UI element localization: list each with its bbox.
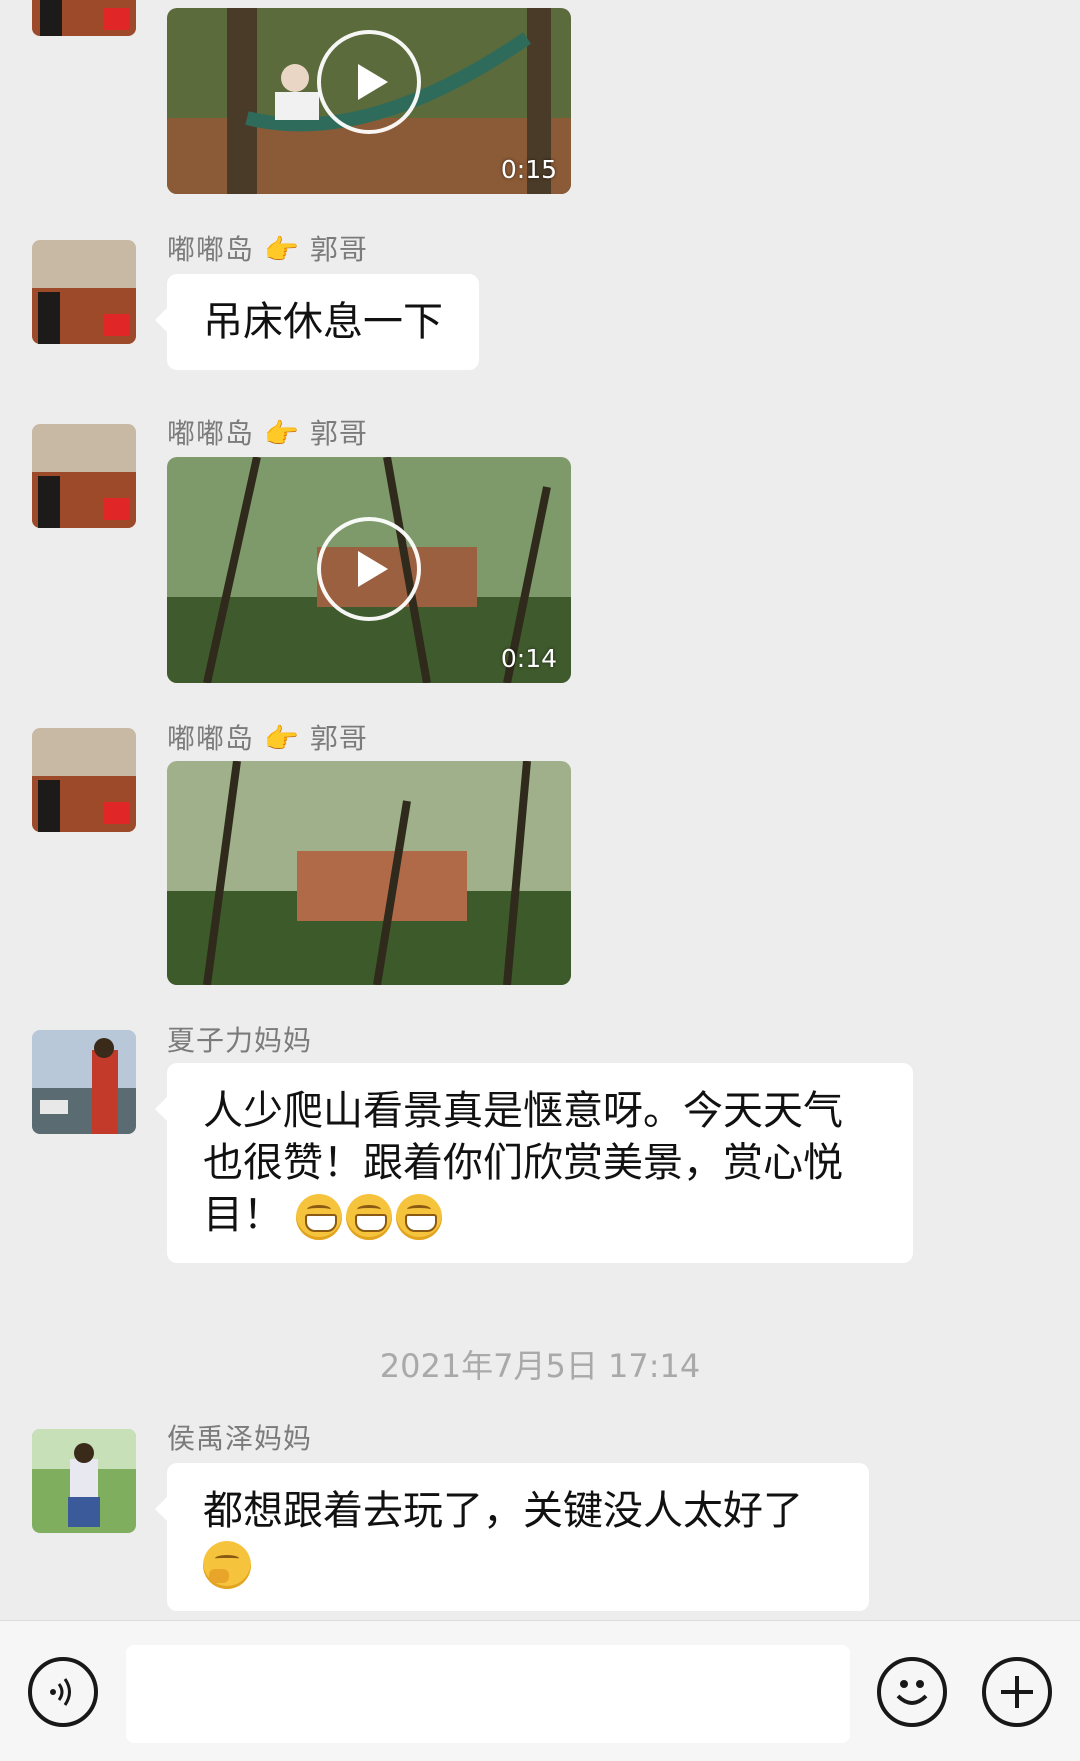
avatar-houyuze-mama[interactable] bbox=[32, 1429, 136, 1533]
avatar-duduodao[interactable] bbox=[32, 0, 136, 36]
sender-name: 侯禹泽妈妈 bbox=[167, 1422, 313, 1455]
avatar-xiazili-mama[interactable] bbox=[32, 1030, 136, 1134]
message-input[interactable] bbox=[126, 1645, 850, 1743]
video-thumbnail[interactable]: 0:14 bbox=[167, 457, 571, 683]
video-thumbnail[interactable]: 0:15 bbox=[167, 8, 571, 194]
thinking-face-emoji bbox=[203, 1541, 251, 1589]
sender-name: 嘟嘟岛 👉 郭哥 bbox=[167, 417, 368, 450]
sender-name: 嘟嘟岛 👉 郭哥 bbox=[167, 233, 368, 266]
video-duration: 0:14 bbox=[500, 644, 557, 673]
photo-thumbnail[interactable] bbox=[167, 761, 571, 985]
emoji-icon bbox=[896, 1680, 928, 1705]
voice-icon bbox=[50, 1678, 71, 1706]
pointing-hand-icon: 👉 bbox=[264, 722, 300, 755]
sender-name: 夏子力妈妈 bbox=[167, 1024, 313, 1057]
message-bubble[interactable]: 都想跟着去玩了，关键没人太好了 bbox=[155, 1463, 869, 1611]
chat-area[interactable]: 0:15 嘟嘟岛 👉 郭哥 吊床休息一下 嘟嘟岛 👉 郭哥 0:14 嘟嘟岛 👉… bbox=[0, 0, 1080, 1620]
message-bubble[interactable]: 人少爬山看景真是惬意呀。今天天气 也很赞！跟着你们欣赏美景，赏心悦 目！ bbox=[155, 1063, 913, 1263]
avatar-duduodao[interactable] bbox=[32, 424, 136, 528]
avatar-duduodao[interactable] bbox=[32, 240, 136, 344]
plus-button[interactable] bbox=[982, 1657, 1052, 1727]
plus-icon bbox=[1001, 1676, 1033, 1708]
pointing-hand-icon: 👉 bbox=[264, 233, 300, 266]
voice-button[interactable] bbox=[28, 1657, 98, 1727]
play-icon[interactable] bbox=[317, 517, 421, 621]
play-icon[interactable] bbox=[317, 30, 421, 134]
avatar-duduodao[interactable] bbox=[32, 728, 136, 832]
sender-name: 嘟嘟岛 👉 郭哥 bbox=[167, 722, 368, 755]
chat-timestamp: 2021年7月5日 17:14 bbox=[379, 1347, 701, 1385]
video-duration: 0:15 bbox=[500, 155, 557, 184]
pointing-hand-icon: 👉 bbox=[264, 417, 300, 450]
grinning-face-emoji bbox=[295, 1194, 342, 1240]
grinning-face-emoji bbox=[395, 1194, 442, 1240]
input-bar bbox=[0, 1620, 1080, 1761]
message-bubble[interactable]: 吊床休息一下 bbox=[155, 274, 479, 370]
emoji-button[interactable] bbox=[877, 1657, 947, 1727]
grinning-face-emoji bbox=[345, 1194, 392, 1240]
